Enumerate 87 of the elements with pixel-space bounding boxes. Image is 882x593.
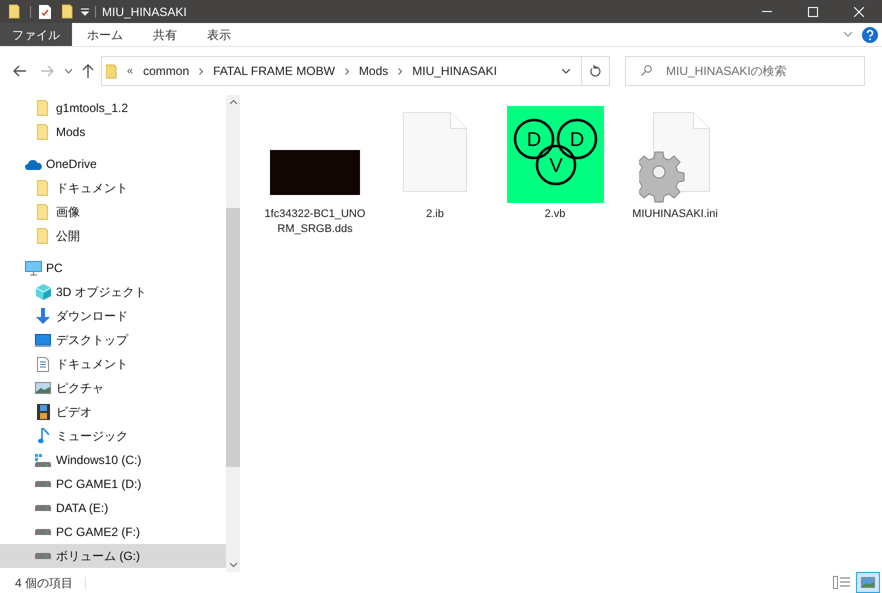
sidebar-item[interactable]: ダウンロード bbox=[0, 304, 226, 328]
logo-letter: D bbox=[526, 129, 541, 151]
sidebar-item[interactable]: ミュージック bbox=[0, 424, 226, 448]
sidebar-item[interactable]: ボリューム (G:) bbox=[0, 544, 226, 568]
scrollbar[interactable] bbox=[226, 95, 240, 572]
monitor-icon bbox=[35, 334, 51, 346]
logo-letter: V bbox=[548, 155, 562, 177]
folder-icon bbox=[36, 180, 50, 196]
image-thumbnail[interactable] bbox=[270, 150, 360, 195]
computer-icon bbox=[24, 260, 42, 276]
search-icon bbox=[641, 65, 652, 76]
folder-icon bbox=[36, 228, 50, 244]
recent-dropdown-icon[interactable] bbox=[65, 68, 72, 74]
ribbon-tab[interactable]: ホーム bbox=[72, 23, 138, 46]
breadcrumb[interactable]: FATAL FRAME MOBW bbox=[213, 62, 335, 80]
new-folder-icon[interactable] bbox=[62, 4, 75, 19]
sidebar-item[interactable]: PC GAME1 (D:) bbox=[0, 472, 226, 496]
sidebar-item[interactable]: Windows10 (C:) bbox=[0, 448, 226, 472]
window-title: MIU_HINASAKI bbox=[102, 4, 187, 20]
sidebar-item[interactable]: Mods bbox=[0, 120, 226, 144]
sidebar-item[interactable]: DATA (E:) bbox=[0, 496, 226, 520]
breadcrumb[interactable]: Mods bbox=[358, 62, 388, 80]
chevron-icon[interactable] bbox=[344, 68, 349, 74]
picture-icon bbox=[35, 382, 51, 394]
dropdown-icon[interactable] bbox=[81, 8, 89, 16]
folder-icon bbox=[106, 64, 119, 78]
scroll-down-icon[interactable] bbox=[230, 563, 236, 567]
scroll-up-icon[interactable] bbox=[230, 100, 236, 104]
sidebar-item[interactable]: 3D オブジェクト bbox=[0, 280, 226, 304]
ribbon-tab[interactable]: 共有 bbox=[138, 23, 192, 46]
sidebar-item[interactable]: ピクチャ bbox=[0, 376, 226, 400]
sidebar-item[interactable]: OneDrive bbox=[0, 152, 226, 176]
sidebar-item[interactable]: 画像 bbox=[0, 200, 226, 224]
maximize-icon bbox=[808, 6, 818, 16]
address-bar[interactable]: « common FATAL FRAME MOBW Mods MIU_HINASAKI bbox=[101, 56, 610, 86]
dvd-logo-drawing[interactable]: D D V bbox=[506, 106, 604, 203]
film-strip-icon bbox=[36, 404, 50, 420]
sidebar-item[interactable]: ビデオ bbox=[0, 400, 226, 424]
breadcrumb[interactable]: common bbox=[143, 62, 190, 80]
drive-icon bbox=[35, 529, 51, 535]
document-icon bbox=[37, 356, 49, 372]
sidebar-item[interactable]: ドキュメント bbox=[0, 352, 226, 376]
properties-icon[interactable] bbox=[39, 4, 51, 18]
cloud-icon bbox=[24, 158, 42, 170]
address-dropdown-icon[interactable] bbox=[562, 68, 570, 74]
overflow-chevron[interactable]: « bbox=[127, 62, 134, 80]
chevron-icon[interactable] bbox=[199, 68, 204, 74]
picture-icon bbox=[861, 577, 875, 588]
drive-icon bbox=[35, 553, 51, 559]
close-icon bbox=[854, 6, 864, 16]
file-name[interactable]: MIUHINASAKI.ini bbox=[623, 207, 727, 222]
logo-letter: D bbox=[569, 129, 584, 151]
back-arrow-icon[interactable] bbox=[13, 65, 26, 77]
breadcrumb[interactable]: MIU_HINASAKI bbox=[412, 62, 497, 80]
drive-icon bbox=[35, 505, 51, 511]
scroll-thumb[interactable] bbox=[226, 208, 240, 467]
folder-icon bbox=[36, 124, 50, 140]
chevron-icon[interactable] bbox=[398, 68, 402, 74]
large-icons-view-button[interactable] bbox=[856, 572, 880, 593]
search-field[interactable]: MIU_HINASAKIの検索 bbox=[625, 56, 865, 86]
file-name[interactable]: 2.vb bbox=[503, 207, 607, 222]
music-note-icon bbox=[38, 428, 48, 444]
cube-icon bbox=[36, 284, 50, 300]
ribbon-tab[interactable]: ファイル bbox=[0, 23, 72, 46]
ribbon-tab[interactable]: 表示 bbox=[192, 23, 246, 46]
file-name[interactable]: 2.ib bbox=[383, 207, 487, 222]
refresh-icon[interactable] bbox=[590, 65, 601, 77]
sidebar-item[interactable]: g1mtools_1.2 bbox=[0, 96, 226, 120]
help-icon[interactable] bbox=[862, 26, 878, 42]
file-name[interactable]: 1fc34322-BC1_UNORM_SRGB.dds bbox=[263, 207, 367, 237]
minimize-icon bbox=[762, 11, 772, 12]
drive-icon bbox=[35, 454, 51, 466]
sidebar-item[interactable]: ドキュメント bbox=[0, 176, 226, 200]
drive-icon bbox=[35, 481, 51, 487]
download-arrow-icon bbox=[36, 308, 50, 324]
item-count: 4 個の項目 bbox=[15, 574, 74, 592]
folder-icon[interactable] bbox=[9, 4, 22, 19]
folder-icon bbox=[36, 100, 50, 116]
folder-icon bbox=[36, 204, 50, 220]
sidebar-item[interactable]: PC GAME2 (F:) bbox=[0, 520, 226, 544]
settings-file-icon[interactable] bbox=[639, 112, 711, 204]
sidebar-item[interactable]: 公開 bbox=[0, 224, 226, 248]
details-view-icon[interactable] bbox=[833, 576, 850, 589]
sidebar-item[interactable]: デスクトップ bbox=[0, 328, 226, 352]
up-arrow-icon[interactable] bbox=[82, 64, 94, 78]
expand-ribbon-icon[interactable] bbox=[844, 32, 852, 37]
sidebar-item[interactable]: PC bbox=[0, 256, 226, 280]
